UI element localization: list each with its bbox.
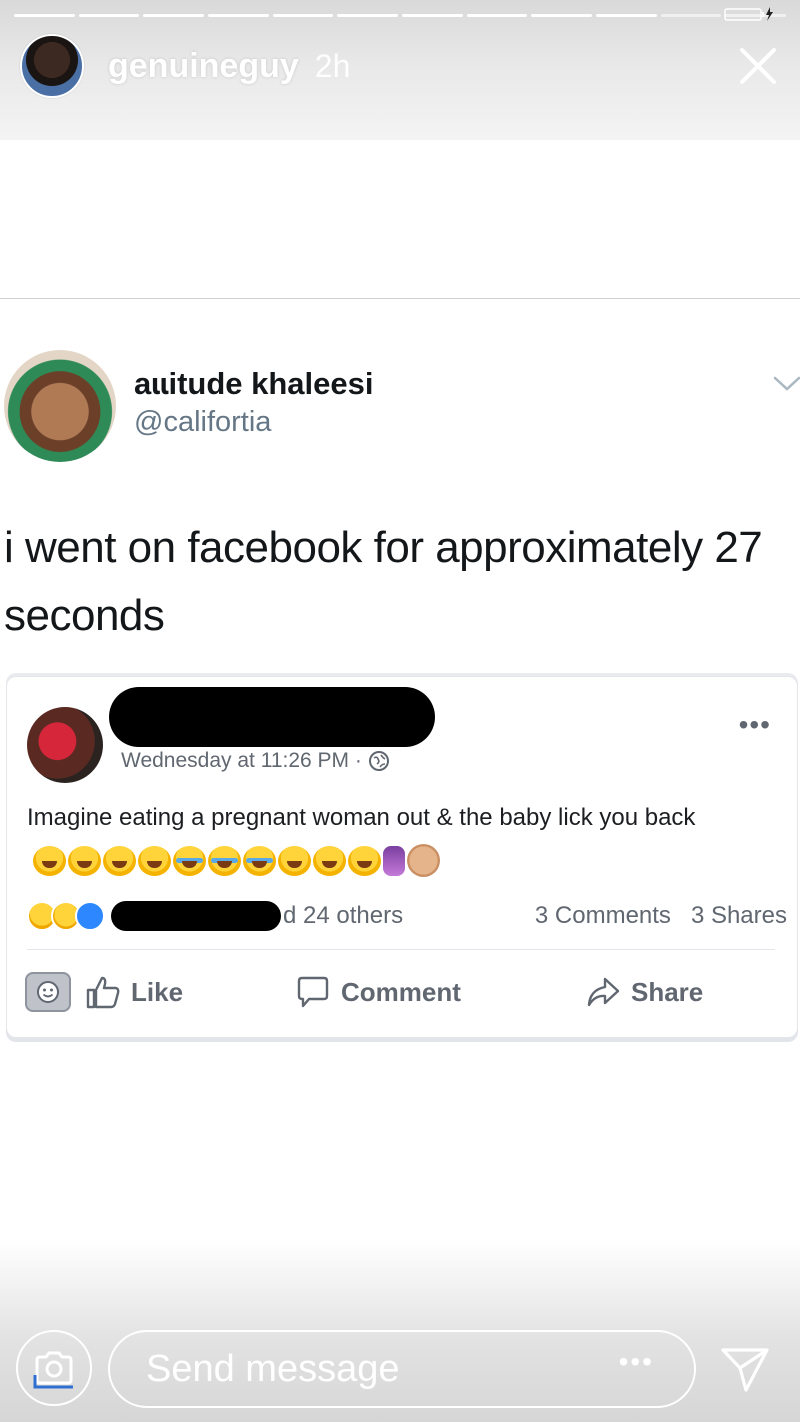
story-progress-bars — [14, 14, 787, 18]
comment-bubble-icon — [297, 976, 329, 1008]
progress-segment — [272, 14, 334, 17]
facebook-post-card: Wednesday at 11:26 PM · ••• Imagine eati… — [6, 676, 798, 1038]
shares-count: 3 Shares — [690, 902, 787, 929]
story-username[interactable]: genuineguy — [108, 47, 299, 86]
progress-segment — [660, 14, 722, 17]
progress-segment — [466, 14, 528, 17]
divider — [0, 298, 800, 299]
share-arrow-icon — [587, 977, 620, 1007]
pregnant-woman-emoji-icon — [383, 845, 405, 876]
chevron-down-icon — [773, 376, 800, 391]
close-icon[interactable] — [736, 44, 780, 88]
tweet-display-name: aɩɩitude khaleesi — [134, 366, 374, 401]
progress-segment — [596, 14, 657, 17]
laughing-emoji-icon — [68, 845, 101, 876]
globe-icon — [368, 751, 389, 771]
battery-icon — [724, 7, 773, 21]
message-placeholder: Send message — [146, 1347, 400, 1390]
rofl-emoji-icon — [313, 845, 346, 876]
crying-emoji-icon — [243, 845, 276, 876]
reactors-count: d 24 others — [283, 902, 404, 929]
like-reaction-icon — [75, 901, 105, 931]
like-button: Like — [85, 975, 295, 1009]
camera-icon — [33, 1351, 73, 1389]
progress-segment — [14, 14, 75, 17]
send-message-input[interactable]: Send message ••• — [108, 1330, 696, 1408]
reactors-redaction — [111, 901, 281, 931]
story-header: genuineguy 2h — [20, 34, 780, 98]
progress-segment — [143, 14, 205, 17]
laughing-emoji-icon — [33, 845, 66, 876]
progress-segment — [337, 14, 399, 17]
progress-segment — [208, 14, 269, 17]
crying-emoji-icon — [208, 845, 241, 876]
send-icon[interactable] — [718, 1342, 772, 1396]
fb-action-bar: Like Comment Share — [25, 967, 785, 1017]
comment-label: Comment — [341, 976, 461, 1007]
progress-segment — [531, 14, 593, 17]
crying-emoji-icon — [173, 845, 206, 876]
camera-button[interactable] — [16, 1330, 92, 1406]
fb-post-meta: Wednesday at 11:26 PM · — [121, 749, 390, 773]
divider — [27, 949, 775, 950]
like-label: Like — [131, 976, 184, 1007]
rofl-emoji-icon — [278, 845, 311, 876]
fb-reactions-bar: d 24 others 3 Comments 3 Shares — [27, 899, 787, 933]
fb-post-timestamp: Wednesday at 11:26 PM · — [121, 749, 362, 772]
rofl-emoji-icon — [348, 845, 381, 876]
baby-emoji-icon — [407, 844, 440, 878]
comments-count: 3 Comments — [534, 902, 671, 929]
avatar[interactable] — [20, 34, 84, 98]
laughing-emoji-icon — [138, 845, 171, 876]
progress-segment — [402, 14, 463, 17]
more-icon[interactable]: ••• — [619, 1348, 654, 1376]
tweet-avatar — [4, 350, 116, 462]
fb-avatar — [27, 707, 103, 783]
engagement-counts: 3 Comments 3 Shares — [535, 902, 787, 930]
share-label: Share — [631, 976, 704, 1007]
fb-post-body: Imagine eating a pregnant woman out & th… — [27, 804, 696, 831]
tweet-handle: @califortia — [134, 406, 272, 438]
name-redaction — [109, 687, 435, 747]
tweet-text: i went on facebook for approximately 27 … — [4, 523, 763, 640]
emoji-row — [33, 844, 440, 878]
story-timestamp: 2h — [314, 47, 351, 84]
comment-button: Comment — [295, 975, 585, 1009]
fb-post-text: Imagine eating a pregnant woman out & th… — [27, 797, 767, 881]
laughing-emoji-icon — [103, 845, 136, 876]
share-button: Share — [585, 975, 703, 1009]
thumbs-up-icon — [86, 976, 120, 1009]
progress-segment — [78, 14, 140, 17]
more-options-icon: ••• — [738, 709, 771, 740]
emoji-picker-icon — [25, 972, 71, 1012]
